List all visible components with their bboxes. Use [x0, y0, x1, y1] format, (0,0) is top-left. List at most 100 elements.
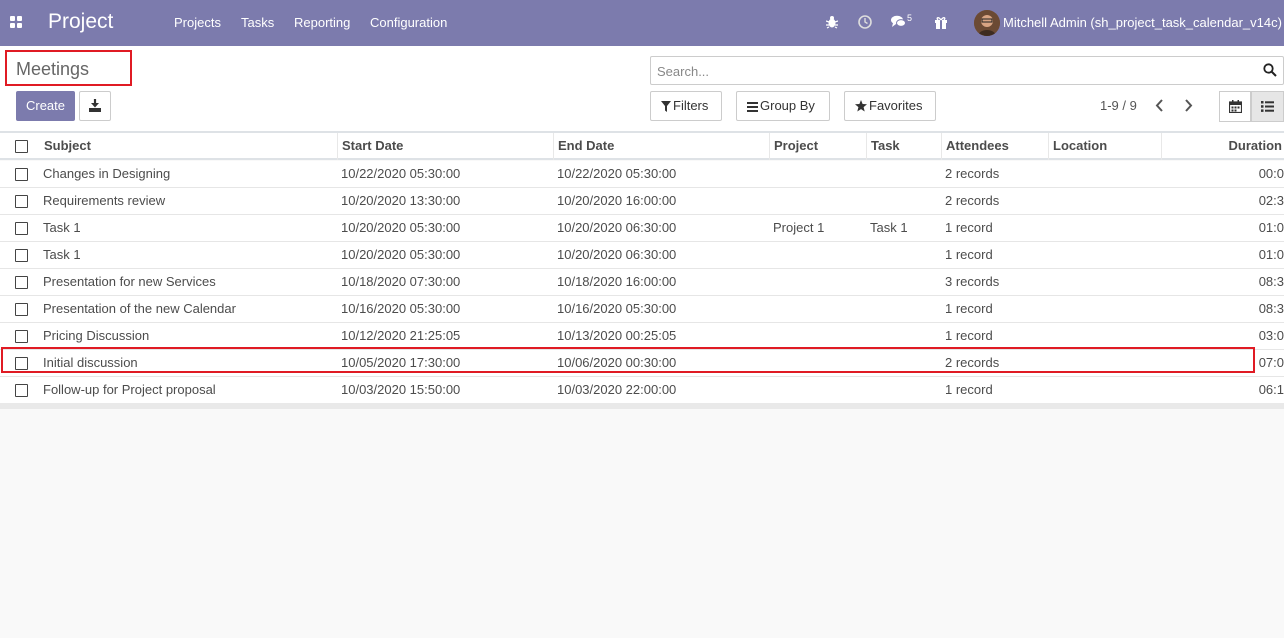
user-name[interactable]: Mitchell Admin (sh_project_task_calendar…	[1003, 15, 1282, 30]
table-row[interactable]: Task 1 10/20/2020 05:30:00 10/20/2020 06:3…	[0, 242, 1284, 269]
app-brand[interactable]: Project	[48, 10, 113, 34]
user-avatar[interactable]	[974, 10, 1000, 36]
chat-count-badge: 5	[907, 13, 913, 23]
row-checkbox[interactable]	[15, 249, 28, 262]
cell-task	[870, 377, 940, 403]
table-row[interactable]: Presentation of the new Calendar 10/16/20…	[0, 296, 1284, 323]
row-checkbox[interactable]	[15, 195, 28, 208]
filter-icon	[661, 101, 671, 112]
cell-start: 10/03/2020 15:50:00	[341, 382, 461, 397]
list-icon	[1261, 101, 1274, 112]
select-all-checkbox[interactable]	[15, 140, 28, 153]
table-footer	[0, 403, 1284, 409]
cell-end: 10/22/2020 05:30:00	[557, 166, 677, 181]
cell-start: 10/18/2020 07:30:00	[341, 274, 461, 289]
cell-attendees: 1 record	[945, 382, 993, 397]
cell-end: 10/20/2020 06:30:00	[557, 220, 677, 235]
cell-attendees: 1 record	[945, 328, 993, 343]
clock-icon[interactable]	[858, 14, 872, 30]
cell-attendees: 2 records	[945, 166, 1000, 181]
cell-project	[773, 323, 865, 349]
column-end-date[interactable]: End Date	[554, 133, 770, 160]
apps-menu-icon[interactable]	[10, 16, 23, 29]
chevron-right-icon[interactable]	[1183, 99, 1193, 112]
cell-project	[773, 269, 865, 295]
column-location[interactable]: Location	[1049, 133, 1162, 160]
menu-projects[interactable]: Projects	[174, 15, 221, 30]
cell-task	[870, 188, 940, 214]
cell-duration: 06:1	[1258, 382, 1284, 397]
cell-attendees: 3 records	[945, 274, 1000, 289]
cell-end: 10/20/2020 16:00:00	[557, 193, 677, 208]
table-row[interactable]: Presentation for new Services 10/18/2020 …	[0, 269, 1284, 296]
cell-end: 10/16/2020 05:30:00	[557, 301, 677, 316]
menu-tasks[interactable]: Tasks	[241, 15, 274, 30]
list-view-button[interactable]	[1251, 91, 1284, 122]
row-checkbox[interactable]	[15, 384, 28, 397]
bug-icon[interactable]	[826, 14, 838, 30]
search-bar[interactable]: Search...	[650, 56, 1284, 85]
cell-start: 10/20/2020 05:30:00	[341, 220, 461, 235]
filters-button[interactable]: Filters	[650, 91, 722, 121]
cell-attendees: 2 records	[945, 193, 1000, 208]
cell-start: 10/16/2020 05:30:00	[341, 301, 461, 316]
cell-location	[1052, 188, 1160, 214]
cell-task	[870, 296, 940, 322]
cell-location	[1052, 161, 1160, 187]
cell-location	[1052, 377, 1160, 403]
table-row[interactable]: Requirements review 10/20/2020 13:30:00 10…	[0, 188, 1284, 215]
row-checkbox[interactable]	[15, 222, 28, 235]
column-project[interactable]: Project	[770, 133, 867, 160]
group-by-button[interactable]: Group By	[736, 91, 830, 121]
table-row[interactable]: Pricing Discussion 10/12/2020 21:25:05 10/…	[0, 323, 1284, 350]
gift-icon[interactable]	[934, 14, 948, 30]
cell-subject: Presentation of the new Calendar	[43, 301, 236, 316]
row-checkbox[interactable]	[15, 168, 28, 181]
calendar-icon	[1229, 100, 1242, 113]
download-button[interactable]	[79, 91, 111, 121]
table-row[interactable]: Changes in Designing 10/22/2020 05:30:00 1…	[0, 161, 1284, 188]
list-bars-icon	[747, 102, 758, 112]
pager-value[interactable]: 1-9 / 9	[1100, 98, 1137, 113]
cell-location	[1052, 215, 1160, 241]
cell-location	[1052, 242, 1160, 268]
cell-start: 10/20/2020 05:30:00	[341, 247, 461, 262]
cell-end: 10/20/2020 06:30:00	[557, 247, 677, 262]
cell-task	[870, 161, 940, 187]
row-highlight-box	[1, 347, 1255, 373]
cell-duration: 00:0	[1258, 166, 1284, 181]
cell-project	[773, 377, 865, 403]
star-icon	[855, 100, 867, 112]
cell-subject: Presentation for new Services	[43, 274, 216, 289]
cell-start: 10/22/2020 05:30:00	[341, 166, 461, 181]
column-subject[interactable]: Subject	[40, 133, 338, 160]
cell-duration: 01:0	[1258, 220, 1284, 235]
table-row[interactable]: Task 1 10/20/2020 05:30:00 10/20/2020 06:3…	[0, 215, 1284, 242]
filters-label: Filters	[673, 98, 709, 113]
chat-icon[interactable]	[891, 14, 906, 30]
column-attendees[interactable]: Attendees	[942, 133, 1049, 160]
chevron-left-icon[interactable]	[1155, 99, 1165, 112]
calendar-view-button[interactable]	[1219, 91, 1251, 122]
menu-configuration[interactable]: Configuration	[370, 15, 447, 30]
cell-start: 10/12/2020 21:25:05	[341, 328, 461, 343]
cell-subject: Changes in Designing	[43, 166, 171, 181]
cell-project: Project 1	[773, 220, 825, 235]
row-checkbox[interactable]	[15, 303, 28, 316]
column-start-date[interactable]: Start Date	[338, 133, 554, 160]
table-row[interactable]: Follow-up for Project proposal 10/03/2020…	[0, 377, 1284, 404]
menu-reporting[interactable]: Reporting	[294, 15, 350, 30]
column-task[interactable]: Task	[867, 133, 942, 160]
cell-subject: Task 1	[43, 220, 81, 235]
row-checkbox[interactable]	[15, 330, 28, 343]
search-icon[interactable]	[1263, 63, 1277, 77]
column-duration[interactable]: Duration	[1162, 133, 1284, 160]
row-checkbox[interactable]	[15, 276, 28, 289]
cell-duration: 01:0	[1258, 247, 1284, 262]
cell-project	[773, 161, 865, 187]
favorites-button[interactable]: Favorites	[844, 91, 936, 121]
create-button[interactable]: Create	[16, 91, 75, 121]
cell-duration: 02:3	[1258, 193, 1284, 208]
search-input[interactable]: Search...	[657, 64, 709, 79]
cell-task	[870, 269, 940, 295]
